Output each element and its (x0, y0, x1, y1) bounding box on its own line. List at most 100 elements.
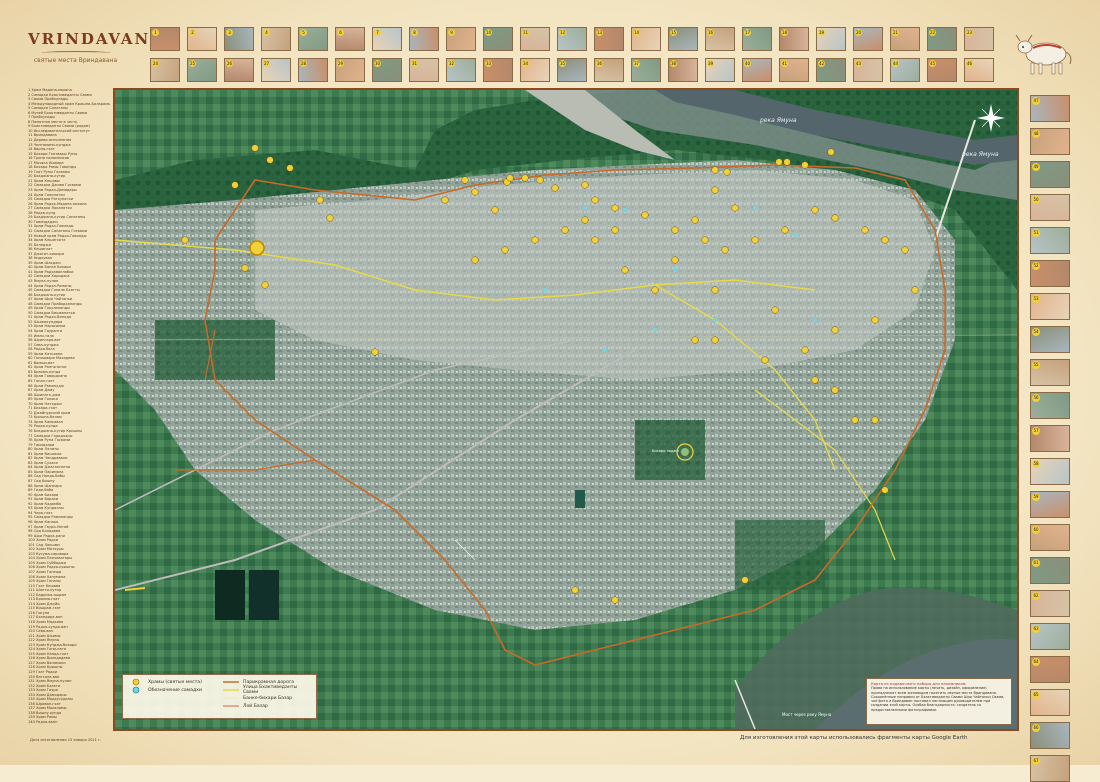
place-photo-thumbnail[interactable]: 61 (1030, 557, 1070, 584)
temple-pin[interactable] (531, 236, 539, 244)
temple-pin[interactable] (371, 348, 379, 356)
temple-pin[interactable] (827, 148, 835, 156)
place-photo-thumbnail[interactable]: 25 (187, 58, 217, 82)
temple-pin[interactable] (611, 596, 619, 604)
place-photo-thumbnail[interactable]: 30 (372, 58, 402, 82)
place-photo-thumbnail[interactable]: 33 (483, 58, 513, 82)
place-photo-thumbnail[interactable]: 49 (1030, 161, 1070, 188)
temple-pin[interactable] (471, 256, 479, 264)
temple-pin[interactable] (286, 164, 294, 172)
place-photo-thumbnail[interactable]: 51 (1030, 227, 1070, 254)
place-photo-thumbnail[interactable]: 1 (150, 27, 180, 51)
place-photo-thumbnail[interactable]: 66 (1030, 722, 1070, 749)
place-photo-thumbnail[interactable]: 39 (705, 58, 735, 82)
place-photo-thumbnail[interactable]: 17 (742, 27, 772, 51)
temple-pin[interactable] (441, 196, 449, 204)
place-photo-thumbnail[interactable]: 23 (964, 27, 994, 51)
temple-pin[interactable] (571, 586, 579, 594)
place-photo-thumbnail[interactable]: 6 (335, 27, 365, 51)
place-photo-thumbnail[interactable]: 46 (964, 58, 994, 82)
place-photo-thumbnail[interactable]: 57 (1030, 425, 1070, 452)
place-photo-thumbnail[interactable]: 64 (1030, 656, 1070, 683)
place-photo-thumbnail[interactable]: 36 (594, 58, 624, 82)
temple-pin[interactable] (851, 416, 859, 424)
temple-pin[interactable] (731, 204, 739, 212)
place-photo-thumbnail[interactable]: 47 (1030, 95, 1070, 122)
temple-pin[interactable] (261, 281, 269, 289)
place-photo-thumbnail[interactable]: 13 (594, 27, 624, 51)
temple-pin[interactable] (501, 246, 509, 254)
temple-pin[interactable] (611, 226, 619, 234)
samadhi-marker[interactable] (623, 208, 627, 212)
place-photo-thumbnail[interactable]: 42 (816, 58, 846, 82)
temple-pin[interactable] (181, 236, 189, 244)
temple-pin[interactable] (591, 196, 599, 204)
temple-pin[interactable] (621, 266, 629, 274)
place-photo-thumbnail[interactable]: 3 (224, 27, 254, 51)
place-photo-thumbnail[interactable]: 21 (890, 27, 920, 51)
temple-pin[interactable] (901, 246, 909, 254)
place-photo-thumbnail[interactable]: 5 (298, 27, 328, 51)
place-photo-thumbnail[interactable]: 27 (261, 58, 291, 82)
temple-pin[interactable] (521, 174, 529, 182)
temple-pin[interactable] (551, 184, 559, 192)
temple-pin[interactable] (651, 286, 659, 294)
place-photo-thumbnail[interactable]: 45 (927, 58, 957, 82)
samadhi-marker[interactable] (793, 233, 797, 237)
temple-pin[interactable] (471, 188, 479, 196)
temple-pin[interactable] (506, 174, 514, 182)
place-photo-thumbnail[interactable]: 2 (187, 27, 217, 51)
place-photo-thumbnail[interactable]: 34 (520, 58, 550, 82)
place-photo-thumbnail[interactable]: 28 (298, 58, 328, 82)
temple-pin[interactable] (811, 376, 819, 384)
temple-pin[interactable] (881, 486, 889, 494)
samadhi-marker[interactable] (753, 206, 757, 210)
temple-pin[interactable] (911, 286, 919, 294)
temple-pin[interactable] (581, 181, 589, 189)
place-photo-thumbnail[interactable]: 63 (1030, 623, 1070, 650)
featured-temple-pin[interactable] (249, 240, 265, 256)
temple-pin[interactable] (723, 168, 731, 176)
temple-pin[interactable] (251, 144, 259, 152)
place-photo-thumbnail[interactable]: 59 (1030, 491, 1070, 518)
temple-pin[interactable] (871, 416, 879, 424)
temple-pin[interactable] (881, 236, 889, 244)
temple-pin[interactable] (316, 196, 324, 204)
temple-pin[interactable] (536, 176, 544, 184)
place-photo-thumbnail[interactable]: 62 (1030, 590, 1070, 617)
samadhi-marker[interactable] (673, 268, 677, 272)
place-photo-thumbnail[interactable]: 11 (520, 27, 550, 51)
temple-pin[interactable] (691, 216, 699, 224)
place-photo-thumbnail[interactable]: 9 (446, 27, 476, 51)
temple-pin[interactable] (831, 214, 839, 222)
temple-pin[interactable] (783, 158, 791, 166)
place-photo-thumbnail[interactable]: 29 (335, 58, 365, 82)
temple-pin[interactable] (561, 226, 569, 234)
temple-pin[interactable] (711, 186, 719, 194)
place-photo-thumbnail[interactable]: 22 (927, 27, 957, 51)
temple-pin[interactable] (611, 204, 619, 212)
temple-pin[interactable] (861, 226, 869, 234)
temple-pin[interactable] (231, 181, 239, 189)
samadhi-marker[interactable] (713, 318, 717, 322)
place-photo-thumbnail[interactable]: 31 (409, 58, 439, 82)
temple-pin[interactable] (751, 236, 759, 244)
place-photo-thumbnail[interactable]: 40 (742, 58, 772, 82)
temple-pin[interactable] (775, 158, 783, 166)
temple-pin[interactable] (641, 211, 649, 219)
samadhi-marker[interactable] (653, 328, 657, 332)
samadhi-marker[interactable] (813, 318, 817, 322)
samadhi-marker[interactable] (543, 288, 547, 292)
temple-pin[interactable] (491, 206, 499, 214)
temple-pin[interactable] (581, 216, 589, 224)
temple-pin[interactable] (701, 236, 709, 244)
place-photo-thumbnail[interactable]: 43 (853, 58, 883, 82)
place-photo-thumbnail[interactable]: 48 (1030, 128, 1070, 155)
temple-pin[interactable] (761, 356, 769, 364)
place-photo-thumbnail[interactable]: 41 (779, 58, 809, 82)
temple-pin[interactable] (711, 286, 719, 294)
place-photo-thumbnail[interactable]: 58 (1030, 458, 1070, 485)
temple-pin[interactable] (781, 226, 789, 234)
temple-pin[interactable] (711, 166, 719, 174)
temple-pin[interactable] (801, 161, 809, 169)
